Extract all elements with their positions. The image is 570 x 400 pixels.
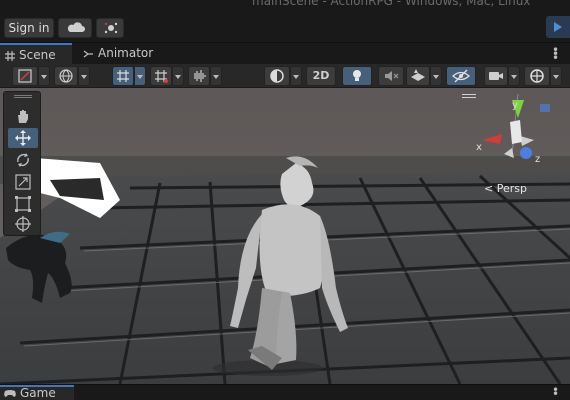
shading-mode-icon [18,69,32,83]
camera-icon [489,72,503,80]
sign-in-button[interactable]: Sign in [4,18,54,38]
eye-slash-icon [452,69,470,83]
animator-icon [83,50,93,57]
effects-dropdown[interactable] [430,66,442,86]
scene-window-menu-icon[interactable]: • • • [552,44,559,64]
rect-tool[interactable] [8,194,38,214]
gizmo-y-label: y [512,100,518,111]
tab-game[interactable]: Game [0,385,74,400]
orientation-gizmo[interactable]: y x z [474,92,570,172]
scene-lighting-toggle[interactable] [342,66,372,86]
unity-editor: mainScene - ActionRPG - Windows, Mac, Li… [0,0,570,400]
view-options-dropdown[interactable] [78,66,90,86]
increment-snap-icon [155,70,168,83]
lightbulb-icon [353,70,361,81]
toggle-2d-button[interactable]: 2D [306,66,336,86]
waveform-icon [194,70,206,82]
play-icon [554,22,562,32]
scene-view-toolbar: 2D [0,64,570,88]
gizmos-button[interactable] [524,66,550,86]
tab-animator-label: Animator [98,46,154,60]
window-title: mainScene - ActionRPG - Windows, Mac, Li… [252,0,531,8]
draw-mode-button[interactable] [12,66,38,86]
cloud-icon [67,22,85,32]
sphere-icon [270,69,284,83]
effects-layers-icon [411,69,425,81]
effects-button[interactable] [406,66,430,86]
transform-icon [15,216,31,232]
game-tab-bar: Game • • [0,384,570,400]
lighting-dropdown[interactable] [290,66,302,86]
game-window-menu-icon[interactable]: • • [552,384,559,400]
gizmo-lock-icon[interactable] [540,104,550,112]
projection-label[interactable]: < Persp [484,182,527,195]
gizmo-z-axis[interactable] [520,147,532,159]
tools-overlay [3,91,41,236]
overlay-drag-handle-icon[interactable] [14,95,32,98]
scene-tab-bar: Scene Animator • • • [0,42,570,65]
gizmos-sphere-icon [530,69,544,83]
gamepad-icon [4,390,16,397]
transform-tool[interactable] [8,214,38,234]
gizmo-z-label: z [535,154,540,165]
rect-transform-icon [15,196,31,212]
collab-button[interactable] [96,18,124,38]
gizmos-dropdown[interactable] [550,66,562,86]
move-arrows-icon [15,130,31,146]
grid-snapping-dropdown[interactable] [134,66,146,86]
audio-waveform-dropdown[interactable] [210,66,222,86]
audio-toggle[interactable] [378,66,404,86]
rotate-tool[interactable] [8,150,38,170]
scale-tool[interactable] [8,172,38,192]
cloud-button[interactable] [58,18,92,38]
play-button[interactable] [546,16,570,38]
main-toolbar: mainScene - ActionRPG - Windows, Mac, Li… [0,0,570,42]
draw-mode-dropdown[interactable] [38,66,50,86]
camera-dropdown[interactable] [508,66,520,86]
speaker-muted-icon [385,71,399,81]
grid-snapping-button[interactable] [112,66,134,86]
tab-scene-label: Scene [19,48,56,62]
audio-waveform-button[interactable] [188,66,210,86]
hand-tool[interactable] [8,106,38,126]
scene-viewport[interactable]: y x z [0,88,570,384]
tab-animator[interactable]: Animator [80,43,160,65]
camera-button[interactable] [484,66,508,86]
move-tool[interactable] [8,128,38,148]
increment-snap-dropdown[interactable] [172,66,184,86]
hidden-objects-toggle[interactable] [446,66,476,86]
grid-icon [5,50,15,61]
collab-icon [104,22,118,34]
gizmo-x-axis[interactable] [482,134,502,144]
gizmo-drag-handle-icon[interactable] [462,94,476,98]
hand-icon [18,110,28,123]
rotate-icon [17,153,29,167]
grid-snap-icon [117,70,129,82]
gizmo-x-label: x [476,142,482,153]
view-options-button[interactable] [54,66,78,86]
tab-game-label: Game [20,386,56,400]
increment-snap-button[interactable] [150,66,172,86]
globe-icon [59,69,73,83]
lighting-button[interactable] [264,66,290,86]
tab-scene[interactable]: Scene [0,43,72,65]
scale-icon [15,174,31,190]
